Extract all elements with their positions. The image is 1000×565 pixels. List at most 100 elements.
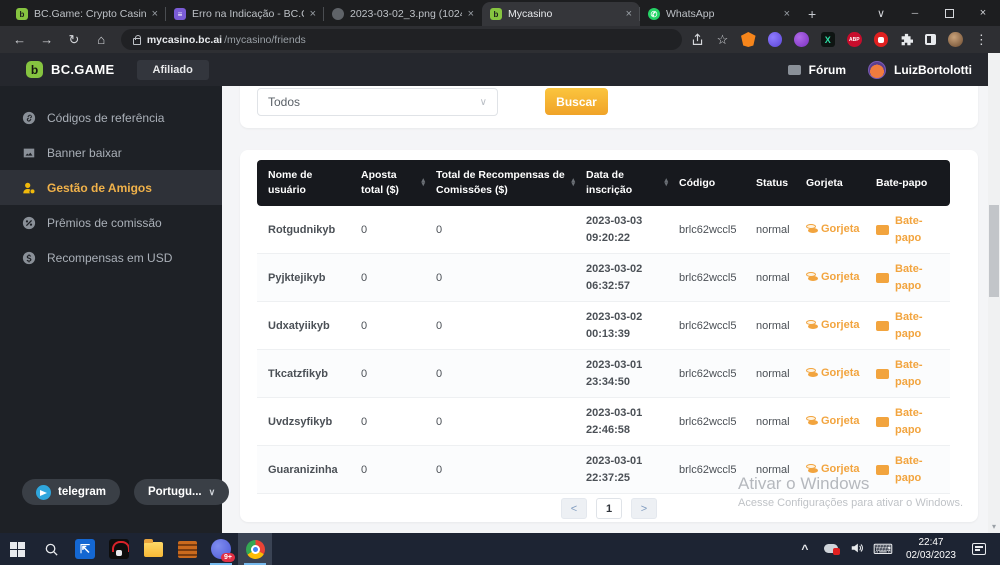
screen-recorder-tray-icon[interactable] <box>820 542 842 556</box>
tab-title: WhatsApp <box>666 8 778 20</box>
pagination-page-1[interactable]: 1 <box>596 498 622 519</box>
tab-close-icon[interactable] <box>152 8 158 20</box>
forum-link[interactable]: Fórum <box>809 63 846 77</box>
tab-bcgame-casino[interactable]: b BC.Game: Crypto Casino Gam <box>8 2 166 26</box>
scrollbar-thumb[interactable] <box>989 205 999 297</box>
metamask-extension-icon[interactable] <box>741 32 756 47</box>
col-date[interactable]: Data de inscrição <box>575 160 668 206</box>
sidebar-item-premios-de-comissao[interactable]: Prêmios de comissão <box>0 205 222 240</box>
taskbar-anydesk-app[interactable]: ⇱ <box>68 533 102 565</box>
bookmark-star-icon[interactable] <box>712 29 733 51</box>
touch-keyboard-icon[interactable] <box>872 541 894 558</box>
tab-close-icon[interactable] <box>310 8 316 20</box>
telegram-button[interactable]: telegram <box>22 479 120 505</box>
cell-username: Guaranizinha <box>257 446 350 494</box>
col-rewards[interactable]: Total de Recompensas de Comissões ($) <box>425 160 575 206</box>
sort-icon[interactable] <box>571 179 575 187</box>
screen: b BC.Game: Crypto Casino Gam ≡ Erro na I… <box>0 0 1000 565</box>
sort-icon[interactable] <box>421 179 425 187</box>
tip-link[interactable]: Gorjeta <box>806 271 860 283</box>
afiliado-button[interactable]: Afiliado <box>137 60 209 80</box>
tab-mycasino-active[interactable]: b Mycasino <box>482 2 640 26</box>
chat-link[interactable]: Bate-papo <box>876 309 950 342</box>
chat-link[interactable]: Bate-papo <box>876 405 950 438</box>
col-chat: Bate-papo <box>865 160 950 206</box>
scrollbar[interactable] <box>988 53 1000 533</box>
taskbar-file-explorer[interactable] <box>136 533 170 565</box>
x-extension-icon[interactable]: X <box>821 32 836 47</box>
purple-flame-extension-icon[interactable] <box>794 32 809 47</box>
forward-button[interactable] <box>35 29 58 51</box>
taskbar-game-app[interactable] <box>102 533 136 565</box>
sidebar-item-gestao-de-amigos[interactable]: Gestão de Amigos <box>0 170 222 205</box>
tab-close-icon[interactable] <box>784 8 790 20</box>
pagination-prev-button[interactable]: < <box>561 498 587 519</box>
taskbar-chrome[interactable] <box>238 533 272 565</box>
sidebar-item-banner-baixar[interactable]: Banner baixar <box>0 135 222 170</box>
table-row: Udxatyiikyb 0 0 2023-03-0200:13:39 brlc6… <box>257 302 950 350</box>
chat-link[interactable]: Bate-papo <box>876 357 950 390</box>
taskbar-clock[interactable]: 22:47 02/03/2023 <box>898 536 964 562</box>
tab-search-chevron-icon[interactable] <box>864 0 898 26</box>
tab-close-icon[interactable] <box>468 8 474 20</box>
cell-status: normal <box>745 206 795 254</box>
tip-link[interactable]: Gorjeta <box>806 415 860 427</box>
extensions-puzzle-icon[interactable] <box>896 29 917 51</box>
red-blocker-extension-icon[interactable] <box>874 32 889 47</box>
coins-icon <box>806 272 816 282</box>
cell-bet: 0 <box>350 302 425 350</box>
tab-erro-indicacao[interactable]: ≡ Erro na Indicação - BC.Game <box>166 2 324 26</box>
tab-close-icon[interactable] <box>626 8 632 20</box>
coins-icon <box>806 416 816 426</box>
tip-link[interactable]: Gorjeta <box>806 319 860 331</box>
url-omnibox[interactable]: mycasino.bc.ai /mycasino/friends <box>121 29 683 50</box>
taskbar-stripes-app[interactable] <box>170 533 204 565</box>
volume-icon[interactable] <box>846 541 868 558</box>
sidebar: Códigos de referência Banner baixar Gest… <box>0 86 222 533</box>
pagination-next-button[interactable]: > <box>631 498 657 519</box>
col-username: Nome de usuário <box>257 160 350 206</box>
language-selector[interactable]: Portugu... <box>134 479 229 505</box>
new-tab-button[interactable] <box>808 6 816 22</box>
sidebar-item-recompensas-usd[interactable]: Recompensas em USD <box>0 240 222 275</box>
home-button[interactable] <box>90 29 113 51</box>
side-panel-icon[interactable] <box>925 34 936 45</box>
browser-menu-icon[interactable] <box>971 29 992 51</box>
reload-button[interactable] <box>62 29 85 51</box>
start-button[interactable] <box>0 533 34 565</box>
minimize-button[interactable] <box>898 0 932 26</box>
col-bet-total[interactable]: Aposta total ($) <box>350 160 425 206</box>
site-logo-text[interactable]: BC.GAME <box>51 62 115 77</box>
share-icon[interactable] <box>686 29 707 51</box>
user-avatar[interactable] <box>868 61 886 79</box>
purple-extension-icon[interactable] <box>768 32 783 47</box>
tip-link[interactable]: Gorjeta <box>806 367 860 379</box>
maximize-button[interactable] <box>932 0 966 26</box>
sidebar-item-codigos-referencia[interactable]: Códigos de referência <box>0 100 222 135</box>
chat-link[interactable]: Bate-papo <box>876 213 950 246</box>
cell-tip: Gorjeta <box>795 350 865 398</box>
chat-app-icon: 9+ <box>211 539 231 559</box>
clock-date: 02/03/2023 <box>906 549 956 562</box>
chat-bubble-icon <box>876 369 889 379</box>
back-button[interactable] <box>8 29 31 51</box>
close-window-button[interactable] <box>966 0 1000 26</box>
coins-icon <box>806 224 816 234</box>
action-center-icon[interactable] <box>972 543 986 555</box>
profile-avatar-icon[interactable] <box>948 32 963 47</box>
scrollbar-down-arrow-icon[interactable] <box>988 522 1000 531</box>
bcgame-logo-icon[interactable]: b <box>26 61 43 78</box>
tray-expand-icon[interactable] <box>794 542 816 556</box>
sort-icon[interactable] <box>664 179 668 187</box>
taskbar-chat-app[interactable]: 9+ <box>204 533 238 565</box>
adblock-plus-extension-icon[interactable]: ABP <box>847 32 862 47</box>
tab-whatsapp[interactable]: ✆ WhatsApp <box>640 2 798 26</box>
search-button[interactable]: Buscar <box>545 88 608 115</box>
tip-link[interactable]: Gorjeta <box>806 223 860 235</box>
usd-dollar-icon <box>22 251 36 265</box>
user-name[interactable]: LuizBortolotti <box>894 63 972 77</box>
tab-png-image[interactable]: 2023-03-02_3.png (1024×76 <box>324 2 482 26</box>
chat-link[interactable]: Bate-papo <box>876 261 950 294</box>
friend-filter-select[interactable]: Todos <box>257 88 498 116</box>
taskbar-search-button[interactable] <box>34 533 68 565</box>
